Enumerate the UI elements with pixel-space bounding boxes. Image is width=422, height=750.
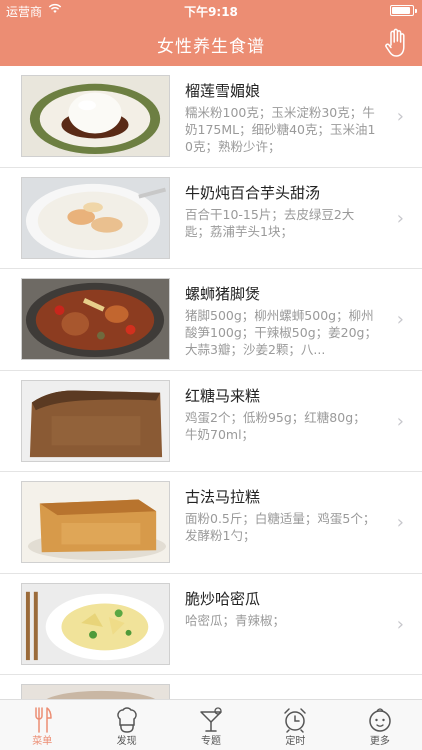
recipe-thumbnail [21, 278, 170, 360]
recipe-title: 螺蛳猪脚煲 [185, 285, 261, 303]
recipe-row[interactable]: 螺蛳猪脚煲 猪脚500g；柳州螺蛳500g；柳州酸笋100g；干辣椒50g；姜2… [0, 269, 422, 371]
recipe-title: 榴莲雪媚娘 [185, 82, 261, 100]
chevron-right-icon: › [396, 410, 404, 432]
recipe-ingredients: 百合干10-15片；去皮绿豆2大匙；荔浦芋头1块； [185, 206, 355, 239]
tab-bar: 菜单 发现 专题 定时 更多 [0, 699, 422, 750]
recipe-title: 牛奶炖百合芋头甜汤 [185, 183, 321, 202]
page-title: 女性养生食谱 [157, 37, 265, 57]
recipe-title: 红糖马来糕 [185, 386, 261, 405]
recipe-thumbnail [21, 582, 170, 665]
cocktail-icon [200, 707, 222, 732]
tab-discover[interactable]: 发现 [84, 700, 168, 750]
tab-menu[interactable]: 菜单 [0, 700, 84, 750]
status-bar: 运营商 下午9:18 [0, 0, 422, 22]
hand-icon[interactable] [382, 28, 410, 58]
recipe-row[interactable]: 红糖马来糕 鸡蛋2个；低粉95g；红糖80g；牛奶70ml； › [0, 371, 422, 472]
baby-face-icon [369, 708, 391, 732]
tab-timer[interactable]: 定时 [253, 700, 337, 750]
recipe-row[interactable]: 牛奶炖百合芋头甜汤 百合干10-15片；去皮绿豆2大匙；荔浦芋头1块； › [0, 168, 422, 269]
tab-label: 专题 [201, 736, 222, 747]
chevron-right-icon: › [396, 207, 404, 229]
recipe-ingredients: 鸡蛋2个；低粉95g；红糖80g；牛奶70ml； [185, 409, 366, 442]
recipe-thumbnail [21, 684, 170, 699]
chef-hat-icon [116, 707, 137, 733]
tab-label: 菜单 [32, 736, 53, 747]
recipe-ingredients: 哈密瓜；青辣椒； [185, 612, 286, 628]
chevron-right-icon: › [396, 613, 404, 635]
tab-label: 发现 [116, 736, 137, 747]
recipe-title: 脆炒哈密瓜 [185, 589, 261, 608]
recipe-row[interactable]: 榴莲雪媚娘 糯米粉100克；玉米淀粉30克；牛奶175ML；细砂糖40克；玉米油… [0, 66, 422, 168]
recipe-title: 古法马拉糕 [185, 488, 261, 506]
chevron-right-icon: › [396, 106, 404, 127]
recipe-row[interactable] [0, 675, 422, 699]
recipe-thumbnail [21, 481, 170, 563]
recipe-row[interactable]: 古法马拉糕 面粉0.5斤；白糖适量；鸡蛋5个；发酵粉1勺； › [0, 472, 422, 574]
chevron-right-icon: › [396, 309, 404, 330]
nav-bar: 运营商 下午9:18 女性养生食谱 [0, 0, 422, 66]
status-time: 下午9:18 [184, 5, 238, 19]
battery-icon [390, 5, 417, 16]
alarm-clock-icon [284, 708, 307, 733]
recipe-thumbnail [21, 75, 170, 157]
recipe-row[interactable]: 脆炒哈密瓜 哈密瓜；青辣椒； › [0, 574, 422, 675]
recipe-thumbnail [21, 176, 170, 259]
recipe-ingredients: 猪脚500g；柳州螺蛳500g；柳州酸笋100g；干辣椒50g；姜20g；大蒜3… [185, 308, 377, 357]
tab-label: 更多 [369, 736, 390, 747]
tab-topics[interactable]: 专题 [169, 700, 253, 750]
recipe-ingredients: 面粉0.5斤；白糖适量；鸡蛋5个；发酵粉1勺； [185, 511, 376, 543]
recipe-ingredients: 糯米粉100克；玉米淀粉30克；牛奶175ML；细砂糖40克；玉米油10克；熟粉… [185, 105, 376, 154]
recipe-list[interactable]: 榴莲雪媚娘 糯米粉100克；玉米淀粉30克；牛奶175ML；细砂糖40克；玉米油… [0, 66, 422, 699]
fork-knife-icon [35, 707, 52, 733]
recipe-thumbnail [21, 379, 170, 462]
tab-more[interactable]: 更多 [338, 700, 422, 750]
tab-label: 定时 [285, 736, 306, 747]
chevron-right-icon: › [396, 512, 404, 533]
